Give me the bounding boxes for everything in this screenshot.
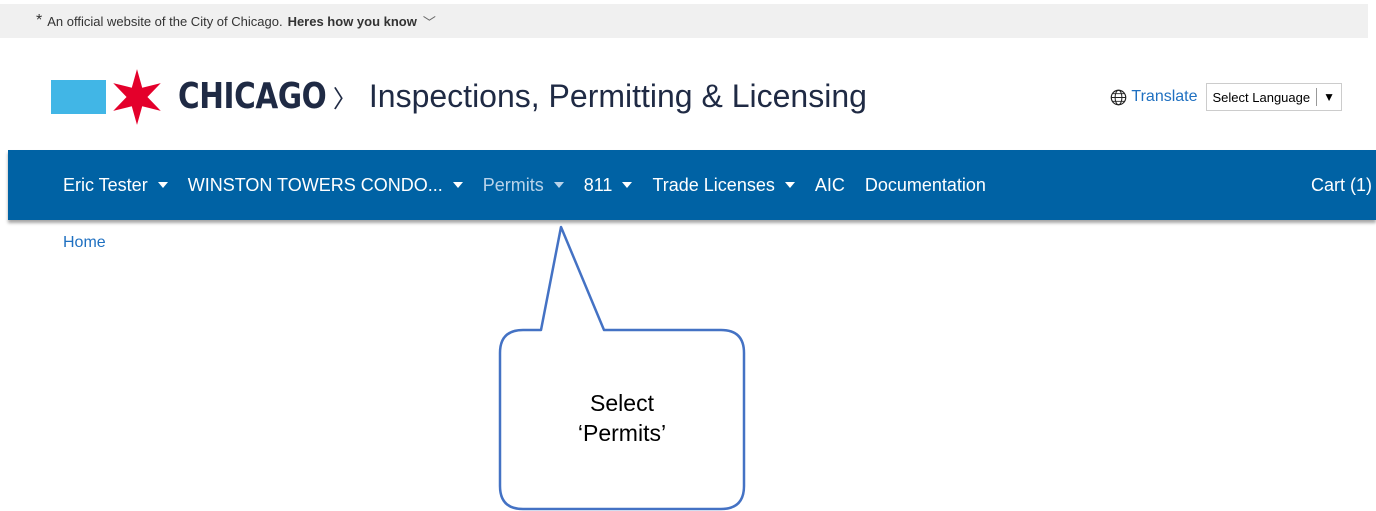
nav-item-label: 811 — [583, 174, 613, 195]
language-select-value: Select Language — [1212, 89, 1311, 105]
nav-item-permits[interactable]: Permits — [483, 175, 564, 196]
caret-down-icon — [157, 182, 168, 188]
official-website-banner: * An official website of the City of Chi… — [0, 4, 1368, 38]
triangle-down-icon: ▼ — [1323, 90, 1335, 104]
nav-item-user[interactable]: Eric Tester — [63, 175, 168, 196]
nav-item-label: Documentation — [864, 174, 986, 195]
callout-line-2: ‘Permits’ — [577, 420, 667, 446]
nav-item-trade-licenses[interactable]: Trade Licenses — [652, 174, 795, 196]
nav-item-aic[interactable]: AIC — [815, 175, 845, 196]
chevron-down-icon[interactable]: ﹀ — [423, 12, 436, 31]
caret-down-icon — [622, 182, 633, 188]
callout-text: Select ‘Permits’ — [500, 388, 744, 448]
nav-item-documentation[interactable]: Documentation — [865, 175, 986, 196]
nav-item-label: Trade Licenses — [652, 174, 775, 195]
chicago-star-icon — [113, 68, 161, 125]
logo-city-name: CHICAGO — [178, 76, 327, 117]
caret-down-icon — [452, 182, 463, 188]
main-nav: Eric Tester WINSTON TOWERS CONDO... Perm… — [8, 150, 1376, 220]
callout-line-1: Select — [590, 390, 654, 416]
breadcrumb-home[interactable]: Home — [63, 234, 106, 252]
language-select[interactable]: Select Language ▼ — [1205, 83, 1342, 111]
caret-down-icon — [784, 182, 795, 188]
translate-link[interactable]: Translate — [1131, 88, 1197, 106]
official-website-text: An official website of the City of Chica… — [47, 13, 283, 29]
nav-item-label: WINSTON TOWERS CONDO... — [187, 174, 443, 195]
caret-down-icon — [553, 182, 564, 188]
heres-how-you-know-link[interactable]: Heres how you know — [288, 14, 417, 29]
nav-item-label: AIC — [814, 174, 845, 195]
nav-item-account[interactable]: WINSTON TOWERS CONDO... — [188, 175, 463, 196]
nav-item-811[interactable]: 811 — [584, 175, 633, 196]
globe-icon — [1111, 89, 1127, 105]
logo-blue-square — [51, 79, 106, 114]
city-logo[interactable]: CHICAGO 〉 Inspections, Permitting & Lice… — [51, 68, 867, 125]
nav-item-label: Eric Tester — [63, 174, 148, 195]
site-header: CHICAGO 〉 Inspections, Permitting & Lice… — [0, 38, 1376, 150]
translate-widget: Translate Select Language ▼ — [1110, 83, 1342, 111]
app-title: Inspections, Permitting & Licensing — [368, 78, 867, 114]
select-divider — [1316, 88, 1318, 106]
nav-item-label: Permits — [482, 174, 544, 195]
chevron-right-icon: 〉 — [332, 86, 357, 113]
cart-link[interactable]: Cart (1) — [1311, 175, 1372, 196]
asterisk-icon: * — [36, 12, 43, 29]
